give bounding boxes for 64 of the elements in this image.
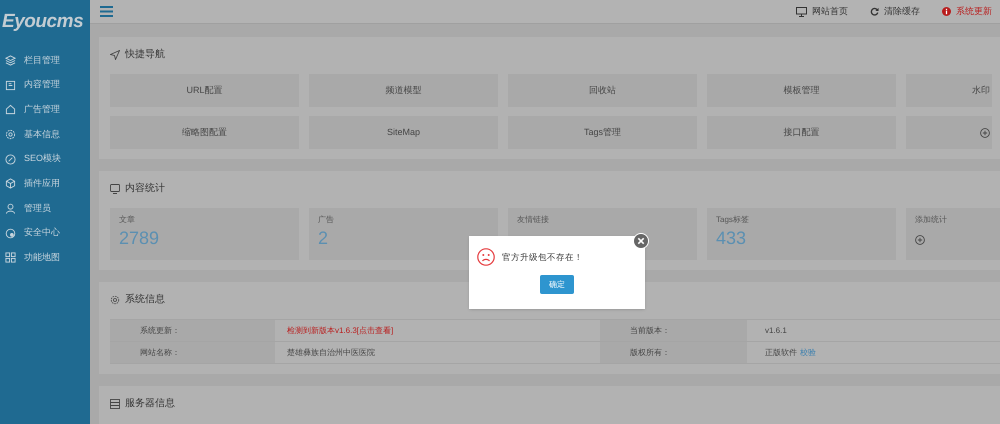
list-icon <box>110 398 120 408</box>
panel-title: 服务器信息 <box>125 396 175 411</box>
close-icon[interactable] <box>633 233 649 249</box>
shortcut-tile[interactable]: 频道模型 <box>309 74 498 107</box>
shortcut-tile[interactable]: SiteMap <box>309 116 498 149</box>
stat-value: 433 <box>716 229 748 247</box>
cube-icon <box>5 178 16 190</box>
shortcut-tile[interactable]: 接口配置 <box>707 116 896 149</box>
shortcut-tile[interactable]: Tags管理 <box>508 116 697 149</box>
info-value: 楚雄彝族自治州中医医院 <box>286 346 376 358</box>
shortcut-tile[interactable]: 水印 <box>906 74 992 107</box>
info-label: 版权所有： <box>600 342 747 363</box>
header-link[interactable]: 清除缓存 <box>870 4 920 18</box>
layers-icon <box>5 54 16 66</box>
shortcut-tile[interactable]: 回收站 <box>508 74 697 107</box>
info-value: v1.6.1 <box>765 324 787 336</box>
add-shortcut-tile[interactable] <box>906 116 992 149</box>
sidebar-item[interactable]: SEO模块 <box>0 146 90 172</box>
shortcut-tile[interactable]: 模板管理 <box>707 74 896 107</box>
shortcut-tile[interactable]: URL配置 <box>110 74 299 107</box>
info-label: 系统更新： <box>110 320 275 341</box>
info-label: 当前版本： <box>600 320 747 341</box>
gear-icon <box>110 294 120 304</box>
sidebar-item[interactable]: 内容管理 <box>0 72 90 98</box>
logo-text: Eyoucms <box>2 10 84 34</box>
refresh-icon <box>870 7 879 16</box>
info-label: 网站名称： <box>110 342 275 363</box>
send-icon <box>110 50 120 60</box>
alert-icon <box>942 7 951 16</box>
grid-icon <box>5 252 16 264</box>
menu-icon[interactable] <box>100 6 113 17</box>
dialog-message: 官方升级包不存在！ <box>502 250 583 264</box>
house-icon <box>5 104 16 116</box>
confirm-button[interactable]: 确定 <box>540 275 574 294</box>
stat-label: 文章 <box>119 214 136 226</box>
sidebar-item[interactable]: 管理员 <box>0 196 90 221</box>
verify-link[interactable]: 校验 <box>800 346 816 358</box>
sidebar-item[interactable]: 栏目管理 <box>0 48 90 73</box>
sidebar-item[interactable]: 基本信息 <box>0 122 90 147</box>
add-icon <box>980 128 990 138</box>
panel-title: 内容统计 <box>125 182 165 196</box>
sidebar-item[interactable]: 广告管理 <box>0 97 90 122</box>
monitor-icon <box>796 6 807 16</box>
gear-icon <box>5 128 16 140</box>
header-link[interactable]: 系统更新 <box>942 4 992 18</box>
header-link[interactable]: 网站首页 <box>796 4 848 18</box>
stat-value: 2789 <box>119 229 160 247</box>
stat-label: Tags标签 <box>716 214 750 226</box>
update-link[interactable]: 检测到新版本v1.6.3[点击查看] <box>275 320 600 341</box>
shortcut-tile[interactable]: 缩略图配置 <box>110 116 299 149</box>
sidebar-item[interactable]: 安全中心 <box>0 220 90 246</box>
stat-label: 广告 <box>318 214 335 226</box>
document-icon <box>5 80 16 91</box>
panel-title: 系统信息 <box>125 292 165 307</box>
sidebar-item[interactable]: 插件应用 <box>0 171 90 196</box>
add-icon <box>915 235 925 245</box>
sidebar-item[interactable]: 功能地图 <box>0 246 90 270</box>
stat-label: 友情链接 <box>517 214 550 226</box>
panel-title: 快捷导航 <box>125 48 165 62</box>
info-value: 正版软件 <box>765 346 797 358</box>
stat-value: 2 <box>318 229 330 247</box>
sad-face-icon <box>477 248 495 266</box>
stat-label: 添加统计 <box>915 214 948 226</box>
user-icon <box>5 202 16 214</box>
